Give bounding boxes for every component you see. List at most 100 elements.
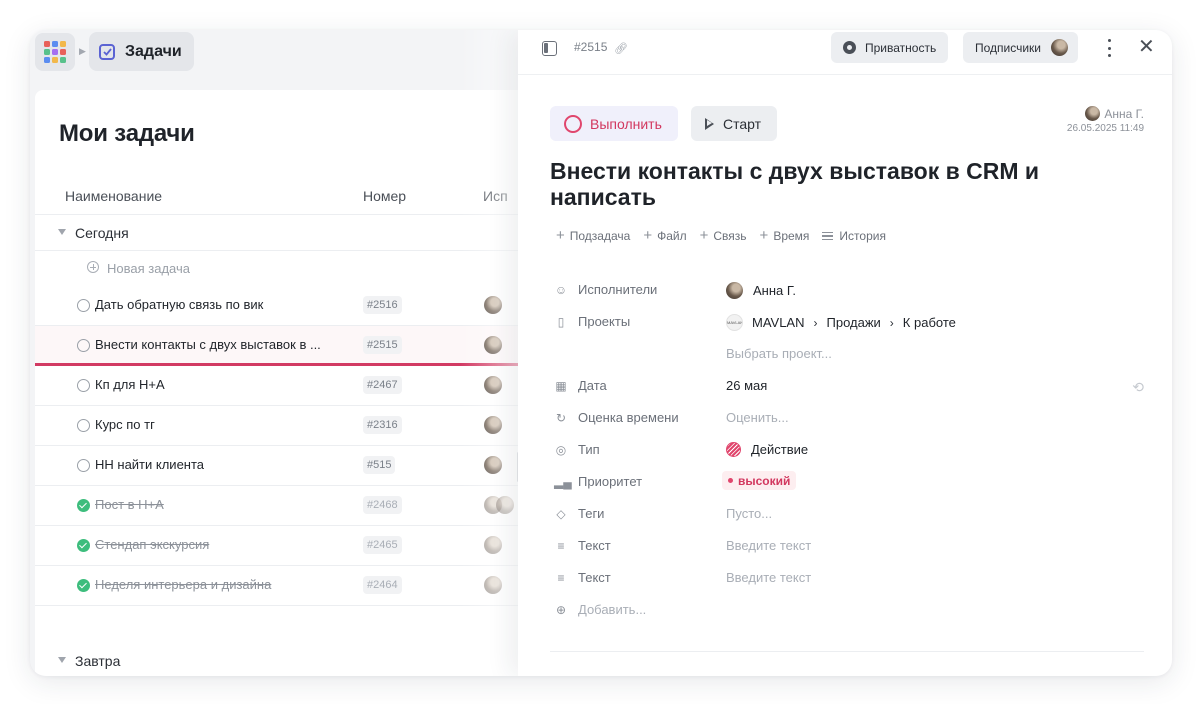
column-number-header[interactable]: Номер [363, 188, 406, 204]
task-row[interactable]: НН найти клиента #515 [35, 446, 521, 486]
task-row-done[interactable]: Стендап экскурсия #2465 [35, 526, 521, 566]
task-name: Стендап экскурсия [95, 537, 210, 552]
add-link-button[interactable]: + Связь [699, 227, 747, 244]
add-field-button[interactable]: ⊕ Добавить... [554, 596, 1144, 624]
done-check-icon[interactable] [77, 579, 90, 592]
field-label: Тип [578, 442, 600, 457]
field-text-1[interactable]: ≡ Текст Введите текст [554, 532, 1144, 560]
plus-circle-icon [87, 261, 99, 273]
project-path[interactable]: MAVLAN MAVLAN › Продажи › К работе [726, 314, 956, 331]
task-number: #2468 [363, 496, 402, 514]
field-label: Дата [578, 378, 607, 393]
breadcrumb-tasks[interactable]: Задачи [89, 32, 194, 71]
type-value[interactable]: Действие [726, 442, 808, 457]
avatar [726, 282, 743, 299]
calendar-icon: ▦ [555, 379, 567, 393]
task-title[interactable]: Внести контакты с двух выставок в CRM и … [550, 158, 1110, 210]
status-circle-icon[interactable] [77, 299, 90, 312]
group-today[interactable]: Сегодня [35, 214, 521, 251]
field-choose-project[interactable]: Выбрать проект... [554, 340, 1144, 368]
top-bar: ▶ Задачи [30, 30, 520, 80]
priority-badge[interactable]: высокий [722, 471, 797, 490]
done-check-icon[interactable] [77, 499, 90, 512]
column-assignee-header[interactable]: Исп [483, 188, 508, 204]
sidebar-toggle-icon[interactable] [542, 41, 557, 56]
task-number: #2465 [363, 536, 402, 554]
task-row-done[interactable]: Неделя интерьера и дизайна #2464 [35, 566, 521, 606]
chevron-right-icon: › [813, 315, 818, 330]
status-circle-icon[interactable] [77, 339, 90, 352]
add-time-button[interactable]: + Время [760, 228, 810, 243]
estimate-placeholder[interactable]: Оценить... [726, 410, 789, 425]
start-label: Старт [723, 115, 762, 132]
action-label: Время [773, 229, 810, 243]
group-label: Сегодня [75, 225, 129, 241]
choose-project-placeholder[interactable]: Выбрать проект... [726, 346, 832, 361]
task-number-label[interactable]: #2515 [574, 40, 607, 54]
complete-button[interactable]: Выполнить [550, 106, 678, 141]
checkbox-icon [99, 43, 115, 60]
collapse-triangle-icon [58, 657, 66, 663]
field-priority[interactable]: ▂▄ Приоритет высокий [554, 468, 1144, 496]
new-task-row[interactable]: Новая задача [35, 250, 521, 287]
plus-icon: + [699, 227, 709, 244]
field-estimate[interactable]: ↻ Оценка времени Оценить... [554, 404, 1144, 432]
task-row-done[interactable]: Пост в Н+А #2468 [35, 486, 521, 526]
add-subtask-button[interactable]: + Подзадача [556, 228, 630, 243]
task-row[interactable]: Кп для Н+А #2467 [35, 366, 521, 406]
status-circle-icon[interactable] [77, 419, 90, 432]
text-placeholder[interactable]: Введите текст [726, 570, 811, 585]
assignee-icon: ☺ [554, 283, 568, 297]
apps-button[interactable] [35, 33, 75, 71]
field-value[interactable]: Анна Г. [726, 282, 796, 299]
more-vertical-icon[interactable] [1106, 39, 1112, 57]
panel-toolbar: #2515 🔗︎ Приватность Подписчики ✕ [518, 30, 1172, 75]
done-check-icon[interactable] [77, 539, 90, 552]
field-text-2[interactable]: ≡ Текст Введите текст [554, 564, 1144, 592]
privacy-button[interactable]: Приватность [831, 32, 949, 63]
collapse-triangle-icon [58, 229, 66, 235]
project-crumb[interactable]: К работе [903, 315, 956, 330]
avatar [484, 336, 502, 354]
text-placeholder[interactable]: Введите текст [726, 538, 811, 553]
task-name: Кп для Н+А [95, 377, 165, 392]
project-crumb[interactable]: Продажи [827, 315, 881, 330]
task-list-card: Мои задачи Наименование Номер Исп Сегодн… [35, 90, 521, 676]
task-row-selected[interactable]: Внести контакты с двух выставок в ... #2… [35, 326, 521, 366]
field-label: Текст [578, 570, 611, 585]
group-label: Завтра [75, 653, 121, 669]
breadcrumb-tasks-label: Задачи [125, 42, 182, 60]
subscribers-button[interactable]: Подписчики [963, 32, 1079, 63]
status-ring-icon [564, 114, 582, 133]
action-bar: + Подзадача + Файл + Связь + Время История [556, 227, 899, 244]
type-label: Действие [751, 442, 809, 457]
field-tags[interactable]: ◇ Теги Пусто... [554, 500, 1144, 528]
task-number: #2467 [363, 376, 402, 394]
text-lines-icon: ≡ [557, 539, 565, 553]
tags-placeholder[interactable]: Пусто... [726, 506, 772, 521]
start-button[interactable]: Старт [691, 106, 778, 141]
task-row[interactable]: Курс по тг #2316 [35, 406, 521, 446]
plus-circle-icon: ⊕ [555, 603, 567, 617]
add-file-button[interactable]: + Файл [643, 228, 686, 243]
status-circle-icon[interactable] [77, 379, 90, 392]
text-lines-icon: ≡ [557, 571, 565, 585]
task-row[interactable]: Дать обратную связь по вик #2516 [35, 286, 521, 326]
field-date[interactable]: ▦ Дата 26 мая ⟲ [554, 372, 1144, 400]
field-projects[interactable]: ▯ Проекты MAVLAN MAVLAN › Продажи › К ра… [554, 308, 1144, 336]
history-button[interactable]: История [822, 229, 886, 243]
project-crumb[interactable]: MAVLAN [752, 315, 805, 330]
group-tomorrow[interactable]: Завтра [35, 642, 521, 676]
link-icon[interactable]: 🔗︎ [614, 42, 628, 55]
field-type[interactable]: ◎ Тип Действие [554, 436, 1144, 464]
action-label: История [839, 229, 886, 243]
avatar [484, 416, 502, 434]
field-assignees[interactable]: ☺ Исполнители Анна Г. [554, 276, 1144, 304]
repeat-icon[interactable]: ⟲ [1132, 379, 1144, 396]
status-circle-icon[interactable] [77, 459, 90, 472]
assignee-name: Анна Г. [753, 283, 796, 298]
author-info: Анна Г. 26.05.2025 11:49 [1067, 106, 1144, 134]
date-value[interactable]: 26 мая [726, 378, 767, 393]
column-name-header[interactable]: Наименование [65, 188, 162, 204]
close-icon[interactable]: ✕ [1138, 37, 1155, 57]
